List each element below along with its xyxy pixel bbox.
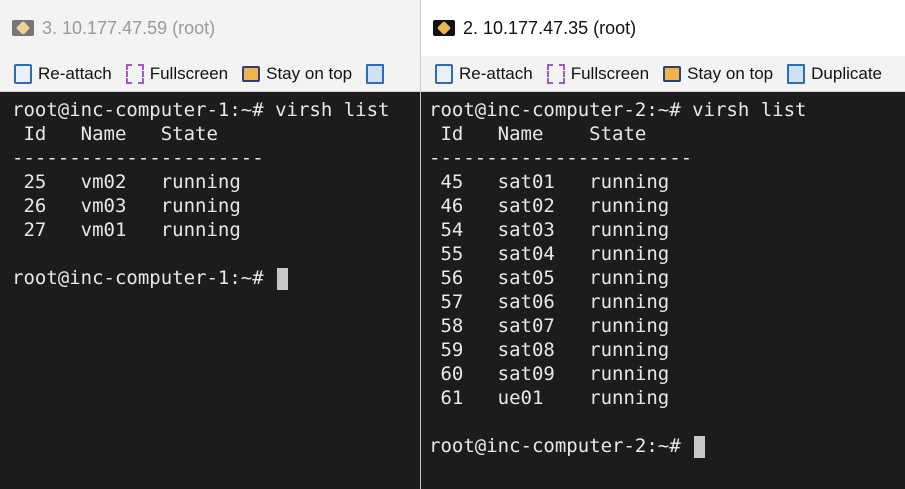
- reattach-label: Re-attach: [459, 63, 533, 83]
- copy-icon: [787, 63, 806, 84]
- table-header: Id Name State: [12, 123, 218, 145]
- reattach-button[interactable]: Re-attach: [435, 63, 533, 84]
- table-row: 45 sat01 running: [429, 171, 670, 193]
- duplicate-button[interactable]: Duplicate: [787, 63, 883, 84]
- table-row: 60 sat09 running: [429, 363, 670, 385]
- text-cursor: [694, 435, 706, 458]
- table-separator: -----------------------: [429, 147, 693, 169]
- stay-on-top-button[interactable]: Stay on top: [242, 64, 352, 84]
- putty-icon: [12, 20, 34, 36]
- fullscreen-label: Fullscreen: [570, 63, 650, 83]
- reattach-button[interactable]: Re-attach: [14, 63, 112, 84]
- duplicate-button-partial[interactable]: [366, 63, 390, 84]
- session-pane-right: 2. 10.177.47.35 (root) Re-attach Fullscr…: [420, 0, 905, 489]
- text-cursor: [277, 267, 289, 290]
- table-row: 27 vm01 running: [12, 219, 241, 241]
- duplicate-label: Duplicate: [811, 63, 883, 83]
- prompt-text: root@inc-computer-1:~#: [12, 267, 276, 289]
- clipboard-icon: [14, 63, 32, 84]
- copy-icon: [366, 63, 385, 84]
- table-row: 55 sat04 running: [429, 243, 670, 265]
- window-title: 3. 10.177.47.59 (root): [42, 17, 216, 38]
- command-line: root@inc-computer-1:~# virsh list: [12, 99, 390, 121]
- fullscreen-button[interactable]: Fullscreen: [125, 63, 229, 84]
- putty-icon: [433, 20, 455, 36]
- fullscreen-button[interactable]: Fullscreen: [546, 63, 650, 84]
- monitor-icon: [663, 65, 682, 82]
- prompt-line: root@inc-computer-2:~#: [429, 434, 905, 458]
- stay-on-top-label: Stay on top: [266, 63, 353, 83]
- fullscreen-icon: [546, 63, 565, 84]
- table-row: 54 sat03 running: [429, 219, 670, 241]
- clipboard-icon: [435, 63, 453, 84]
- table-row: 59 sat08 running: [429, 339, 670, 361]
- table-separator: ----------------------: [12, 147, 264, 169]
- prompt-line: root@inc-computer-1:~#: [12, 266, 420, 290]
- table-row: 25 vm02 running: [12, 171, 241, 193]
- table-row: 46 sat02 running: [429, 195, 670, 217]
- prompt-text: root@inc-computer-2:~#: [429, 435, 693, 457]
- window-title-bar-right[interactable]: 2. 10.177.47.35 (root): [421, 0, 905, 56]
- table-row: 58 sat07 running: [429, 315, 670, 337]
- stay-on-top-label: Stay on top: [687, 63, 774, 83]
- toolbar-right: Re-attach Fullscreen Stay on top Duplica…: [421, 56, 905, 92]
- table-row: 57 sat06 running: [429, 291, 670, 313]
- table-row: 56 sat05 running: [429, 267, 670, 289]
- session-pane-left: 3. 10.177.47.59 (root) Re-attach Fullscr…: [0, 0, 420, 489]
- window-title: 2. 10.177.47.35 (root): [463, 17, 637, 38]
- monitor-icon: [242, 65, 261, 82]
- toolbar-left: Re-attach Fullscreen Stay on top: [0, 56, 420, 92]
- fullscreen-label: Fullscreen: [149, 63, 229, 83]
- command-line: root@inc-computer-2:~# virsh list: [429, 99, 807, 121]
- terminal-output-right[interactable]: root@inc-computer-2:~# virsh list Id Nam…: [421, 92, 905, 489]
- stay-on-top-button[interactable]: Stay on top: [663, 64, 773, 84]
- fullscreen-icon: [125, 63, 144, 84]
- terminal-output-left[interactable]: root@inc-computer-1:~# virsh list Id Nam…: [0, 92, 420, 489]
- table-row: 26 vm03 running: [12, 195, 241, 217]
- table-row: 61 ue01 running: [429, 387, 670, 409]
- window-title-bar-left[interactable]: 3. 10.177.47.59 (root): [0, 0, 420, 56]
- reattach-label: Re-attach: [38, 63, 112, 83]
- table-header: Id Name State: [429, 123, 647, 145]
